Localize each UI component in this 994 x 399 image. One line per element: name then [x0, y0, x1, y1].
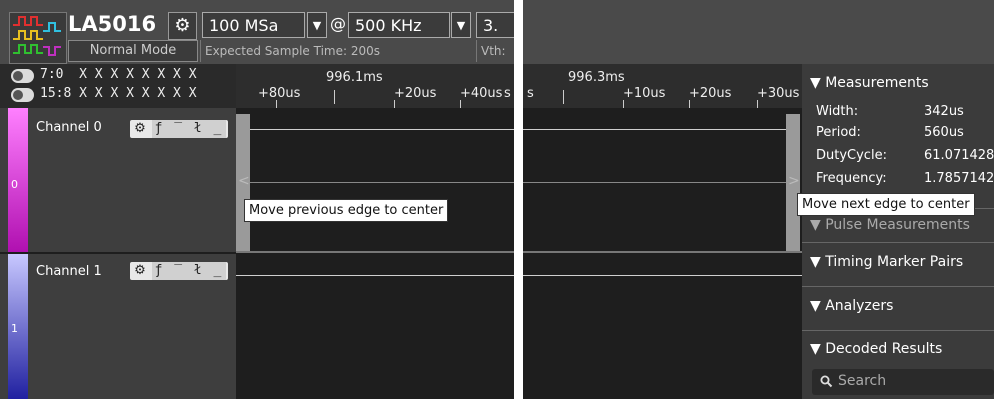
ruler-main-time: 996.1ms — [326, 70, 383, 85]
ruler-tick — [757, 100, 758, 108]
measurements-title: ▼ Measurements — [810, 75, 929, 91]
timeline-ruler[interactable]: 996.1ms +80us +20us +40us s — [236, 64, 514, 108]
channel-1-controls: ⚙ ƒ ‾ ł _ — [130, 262, 228, 280]
toolbar-right-extension — [523, 0, 994, 64]
ruler-tick — [276, 100, 277, 108]
device-name: LA5016 — [68, 12, 157, 36]
prev-edge-tooltip: Move previous edge to center — [244, 199, 449, 222]
timing-marker-pairs-section[interactable]: ▼ Timing Marker Pairs — [802, 242, 994, 282]
at-symbol: @ — [330, 14, 346, 33]
expected-sample-time: Expected Sample Time: 200s — [205, 44, 380, 58]
channel-0-name: Channel 0 — [36, 120, 102, 135]
ruler-tick — [623, 100, 624, 108]
right-capture-panel: s 996.3ms +10us +20us +30us > ▼ Measurem… — [523, 0, 994, 399]
gear-icon: ⚙ — [134, 121, 146, 136]
bits-15-8-toggle[interactable] — [11, 88, 34, 102]
center-line — [523, 182, 786, 183]
pulse-measurements-title: ▼ Pulse Measurements — [810, 217, 970, 233]
timeline-ruler[interactable]: s 996.3ms +10us +20us +30us — [523, 64, 802, 108]
ruler-tick — [460, 100, 461, 108]
analyzers-section[interactable]: ▼ Analyzers — [802, 286, 994, 326]
ruler-tick — [563, 90, 564, 104]
left-capture-panel: LA5016 ⚙ Normal Mode 100 MSa ▼ @ 500 KHz… — [0, 0, 514, 399]
logic-analyzer-logo-icon — [9, 12, 67, 64]
bit-status-area: 7:0 X X X X X X X X 15:8 X X X X X X X X — [0, 64, 236, 108]
ruler-tick-label: +20us — [689, 86, 732, 101]
decoded-results-section[interactable]: ▼ Decoded Results — [802, 330, 994, 366]
channel-0-waveform-high — [236, 129, 514, 130]
search-placeholder: Search — [838, 373, 887, 389]
ruler-tick-label: +40us — [460, 86, 503, 101]
channel-1-settings-button[interactable]: ⚙ — [130, 262, 150, 280]
dutycycle-value: 61.071428 — [924, 148, 994, 163]
next-edge-tooltip: Move next edge to center — [797, 193, 975, 216]
prev-edge-arrow-icon[interactable]: < — [238, 173, 250, 189]
threshold-label: Vth: — [481, 44, 506, 58]
gear-icon: ⚙ — [134, 263, 146, 278]
section-divider — [802, 242, 994, 243]
decoded-search-box[interactable]: Search — [812, 369, 994, 395]
channel-1-number: 1 — [11, 322, 18, 335]
width-label: Width: — [816, 104, 859, 119]
channel-0-trigger-edges[interactable]: ƒ ‾ ł _ — [152, 120, 226, 138]
bits-7-0-toggle[interactable] — [11, 69, 34, 83]
channel-1-waveform-high — [523, 275, 802, 276]
measurements-sidebar: ▼ Measurements Width: 342us Period: 560u… — [802, 64, 994, 399]
sample-freq-dropdown[interactable]: ▼ — [451, 12, 471, 38]
frequency-value: 1.7857142 — [924, 171, 994, 186]
channel-0-label-panel: 0 Channel 0 ⚙ ƒ ‾ ł _ — [0, 108, 236, 252]
dutycycle-label: DutyCycle: — [816, 148, 887, 163]
ruler-tick-label: +80us — [258, 86, 301, 101]
divider — [476, 40, 477, 62]
decoded-results-title: ▼ Decoded Results — [810, 341, 943, 357]
channel-0-controls: ⚙ ƒ ‾ ł _ — [130, 120, 228, 138]
section-divider — [802, 330, 994, 331]
center-line — [250, 182, 514, 183]
device-toolbar: LA5016 ⚙ Normal Mode 100 MSa ▼ @ 500 KHz… — [0, 0, 514, 64]
device-settings-button[interactable]: ⚙ — [168, 12, 197, 40]
width-value: 342us — [924, 104, 964, 119]
gear-icon: ⚙ — [174, 15, 191, 36]
sample-rate-dropdown[interactable]: ▼ — [307, 12, 327, 38]
frequency-label: Frequency: — [816, 171, 887, 186]
next-edge-arrow-icon[interactable]: > — [788, 173, 800, 189]
measurements-section-header[interactable]: ▼ Measurements — [802, 64, 994, 96]
dropdown-arrow-icon: ▼ — [456, 19, 466, 32]
ruler-tick-label: s — [527, 86, 534, 101]
timing-marker-pairs-title: ▼ Timing Marker Pairs — [810, 254, 964, 270]
divider — [200, 40, 201, 62]
channel-1-trigger-edges[interactable]: ƒ ‾ ł _ — [152, 262, 226, 280]
analyzers-title: ▼ Analyzers — [810, 298, 894, 314]
sample-rate-select[interactable]: 100 MSa — [202, 12, 305, 38]
period-label: Period: — [816, 125, 861, 140]
channel-0-waveform-high — [523, 129, 786, 130]
channel-1-label-panel: 1 Channel 1 ⚙ ƒ ‾ ł _ — [0, 254, 236, 399]
threshold-field[interactable]: 3. — [476, 12, 514, 38]
section-divider — [802, 286, 994, 287]
channel-0-settings-button[interactable]: ⚙ — [130, 120, 150, 138]
ruler-tick — [689, 100, 690, 108]
ruler-tick-label: +30us — [757, 86, 800, 101]
period-value: 560us — [924, 125, 964, 140]
channel-0-number: 0 — [11, 178, 18, 191]
channel-separator — [523, 251, 802, 253]
ruler-tick-label: +20us — [394, 86, 437, 101]
ruler-main-time: 996.3ms — [568, 70, 625, 85]
ruler-tick — [334, 90, 335, 104]
bits-7-0-values: 7:0 X X X X X X X X — [40, 67, 197, 82]
bits-15-8-values: 15:8 X X X X X X X X — [40, 86, 197, 101]
ruler-tick — [394, 100, 395, 108]
sample-freq-select[interactable]: 500 KHz — [348, 12, 450, 38]
channel-1-waveform-high — [236, 275, 514, 276]
device-mode[interactable]: Normal Mode — [68, 40, 198, 62]
channel-1-name: Channel 1 — [36, 264, 102, 279]
channel-separator — [236, 251, 514, 253]
ruler-tick-label: +10us — [623, 86, 666, 101]
dropdown-arrow-icon: ▼ — [312, 19, 322, 32]
ruler-tick-label: s — [504, 86, 511, 101]
search-icon — [820, 375, 833, 388]
